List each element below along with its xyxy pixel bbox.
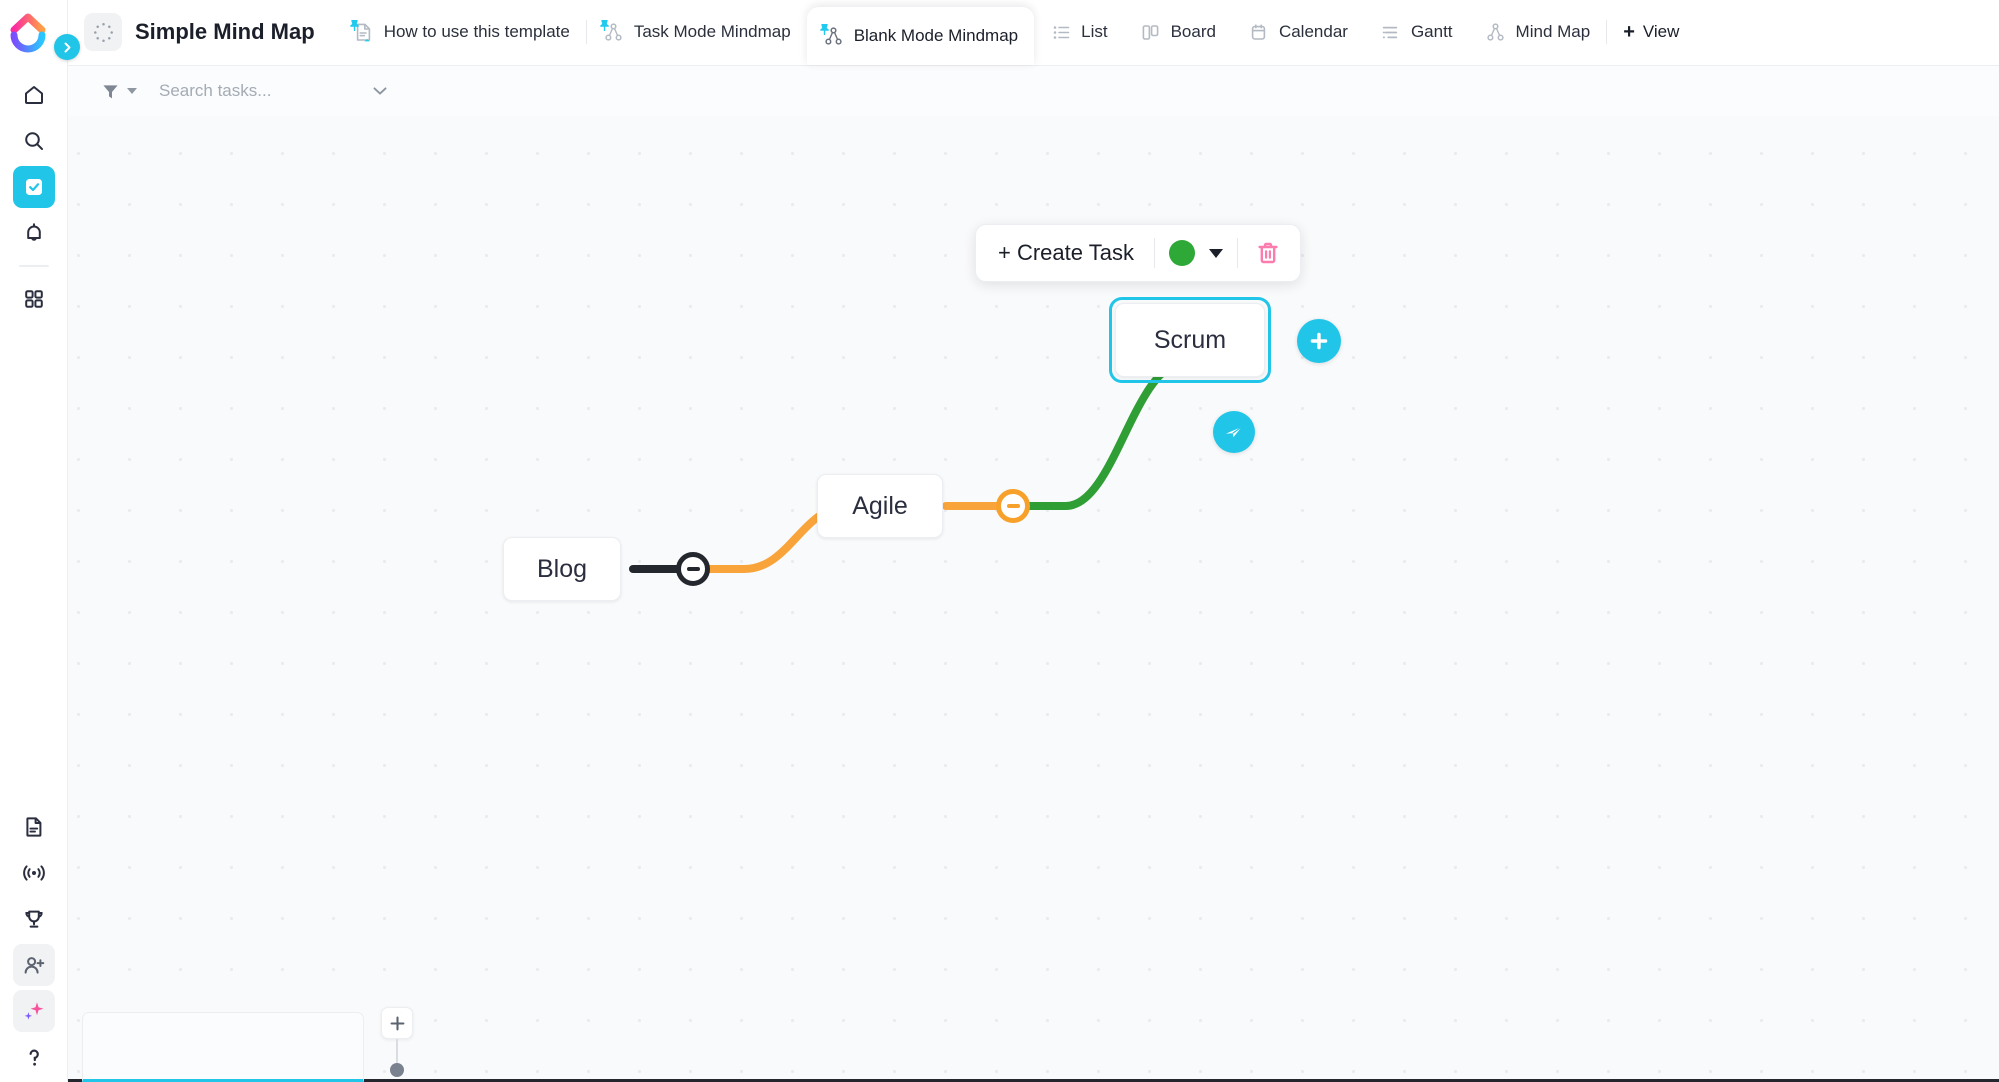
question-mark-icon xyxy=(22,1045,46,1069)
clickup-logo-icon[interactable] xyxy=(6,8,52,54)
tab-label: Gantt xyxy=(1411,22,1453,42)
add-view-button[interactable]: + View xyxy=(1607,0,1695,65)
tab-mind-map-view[interactable]: Mind Map xyxy=(1469,0,1607,65)
tab-label: Blank Mode Mindmap xyxy=(854,26,1018,46)
pin-icon xyxy=(820,20,829,31)
dotted-circle-icon xyxy=(93,22,114,43)
sidebar-item-docs[interactable] xyxy=(13,806,55,848)
funnel-filter-icon xyxy=(101,82,120,101)
check-square-icon xyxy=(22,175,46,199)
minimap-panel[interactable] xyxy=(82,1012,364,1082)
broadcast-icon xyxy=(21,860,47,886)
top-tab-bar: Simple Mind Map How to use this template xyxy=(68,0,1999,66)
collapse-button-agile[interactable] xyxy=(996,489,1030,523)
board-icon xyxy=(1140,21,1162,43)
sidebar-item-ai[interactable] xyxy=(13,990,55,1032)
minus-circle-icon xyxy=(687,567,700,571)
popup-divider xyxy=(1237,238,1238,268)
plus-circle-icon xyxy=(1308,330,1330,352)
convert-to-task-button[interactable] xyxy=(1213,411,1255,453)
mindmap-icon xyxy=(823,25,845,47)
add-child-node-button[interactable] xyxy=(1297,319,1341,363)
create-task-button[interactable]: + Create Task xyxy=(992,240,1140,266)
chevron-down-icon xyxy=(369,80,391,102)
tab-blank-mode-mindmap[interactable]: Blank Mode Mindmap xyxy=(807,7,1034,65)
create-task-popup: + Create Task xyxy=(975,224,1301,282)
document-icon xyxy=(22,815,46,839)
page-title[interactable]: Simple Mind Map xyxy=(135,19,315,45)
zoom-slider-handle[interactable] xyxy=(390,1063,404,1077)
sidebar-item-clips[interactable] xyxy=(13,852,55,894)
tab-list-view[interactable]: List xyxy=(1034,0,1123,65)
status-dropdown-caret-down-icon[interactable] xyxy=(1209,249,1223,258)
sidebar-item-notifications[interactable] xyxy=(13,212,55,254)
paper-plane-icon xyxy=(1223,421,1245,443)
list-icon xyxy=(1050,21,1072,43)
ai-sparkles-icon xyxy=(21,998,47,1024)
node-label: Scrum xyxy=(1154,326,1226,355)
tab-label: Board xyxy=(1171,22,1216,42)
add-view-label: View xyxy=(1643,22,1680,42)
edge-agile-scrum xyxy=(1014,363,1180,506)
minus-circle-icon xyxy=(1007,504,1020,508)
tab-task-mode-mindmap[interactable]: Task Mode Mindmap xyxy=(587,0,807,65)
search-icon xyxy=(22,129,46,153)
caret-down-icon xyxy=(127,88,137,94)
sidebar-divider xyxy=(19,265,49,267)
tab-label: Calendar xyxy=(1279,22,1348,42)
mindmap-icon xyxy=(603,21,625,43)
sidebar-bottom-icons xyxy=(0,802,68,1082)
mindmap-node-blog[interactable]: Blog xyxy=(503,537,621,601)
zoom-control xyxy=(376,1007,418,1082)
sidebar-item-search[interactable] xyxy=(13,120,55,162)
toolbar-expand-button[interactable] xyxy=(369,80,391,102)
tab-how-to-use-this-template[interactable]: How to use this template xyxy=(337,0,586,65)
plus-icon xyxy=(389,1015,406,1032)
node-label: Agile xyxy=(852,492,908,521)
person-add-icon xyxy=(22,953,46,977)
mindmap-icon xyxy=(1485,21,1507,43)
home-icon xyxy=(22,83,46,107)
sidebar-item-invite[interactable] xyxy=(13,944,55,986)
tab-label: Task Mode Mindmap xyxy=(634,22,791,42)
delete-node-button[interactable] xyxy=(1252,240,1284,266)
collapse-button-blog[interactable] xyxy=(676,552,710,586)
sidebar-item-dashboards[interactable] xyxy=(13,278,55,320)
doc-home-icon xyxy=(353,21,375,43)
search-input[interactable] xyxy=(159,81,359,101)
sidebar-expand-button[interactable] xyxy=(54,34,80,60)
tab-calendar-view[interactable]: Calendar xyxy=(1232,0,1364,65)
pin-icon xyxy=(350,16,359,27)
left-sidebar-rail xyxy=(0,0,68,1082)
view-toolbar xyxy=(68,66,1999,116)
pin-icon xyxy=(600,16,609,27)
sidebar-item-help[interactable] xyxy=(13,1036,55,1078)
sidebar-top-icons xyxy=(0,66,68,324)
trophy-icon xyxy=(22,907,46,931)
tab-label: List xyxy=(1081,22,1107,42)
sidebar-item-tasks[interactable] xyxy=(13,166,55,208)
app-root: Simple Mind Map How to use this template xyxy=(0,0,1999,1082)
gantt-icon xyxy=(1380,21,1402,43)
status-color-dot[interactable] xyxy=(1169,240,1195,266)
mindmap-node-agile[interactable]: Agile xyxy=(817,474,943,538)
mindmap-node-scrum[interactable]: Scrum xyxy=(1115,303,1265,377)
filter-button[interactable] xyxy=(101,82,137,101)
tab-label: Mind Map xyxy=(1516,22,1591,42)
trash-icon xyxy=(1255,240,1281,266)
document-avatar[interactable] xyxy=(84,13,122,51)
calendar-icon xyxy=(1248,21,1270,43)
grid-apps-icon xyxy=(22,287,46,311)
chevron-right-icon xyxy=(61,41,74,54)
sidebar-item-goals[interactable] xyxy=(13,898,55,940)
sidebar-item-home[interactable] xyxy=(13,74,55,116)
tab-gantt-view[interactable]: Gantt xyxy=(1364,0,1469,65)
popup-divider xyxy=(1154,238,1155,268)
plus-icon: + xyxy=(1623,21,1635,44)
tab-label: How to use this template xyxy=(384,22,570,42)
zoom-in-button[interactable] xyxy=(381,1007,413,1039)
node-label: Blog xyxy=(537,555,587,584)
tab-board-view[interactable]: Board xyxy=(1124,0,1232,65)
bell-icon xyxy=(22,221,46,245)
